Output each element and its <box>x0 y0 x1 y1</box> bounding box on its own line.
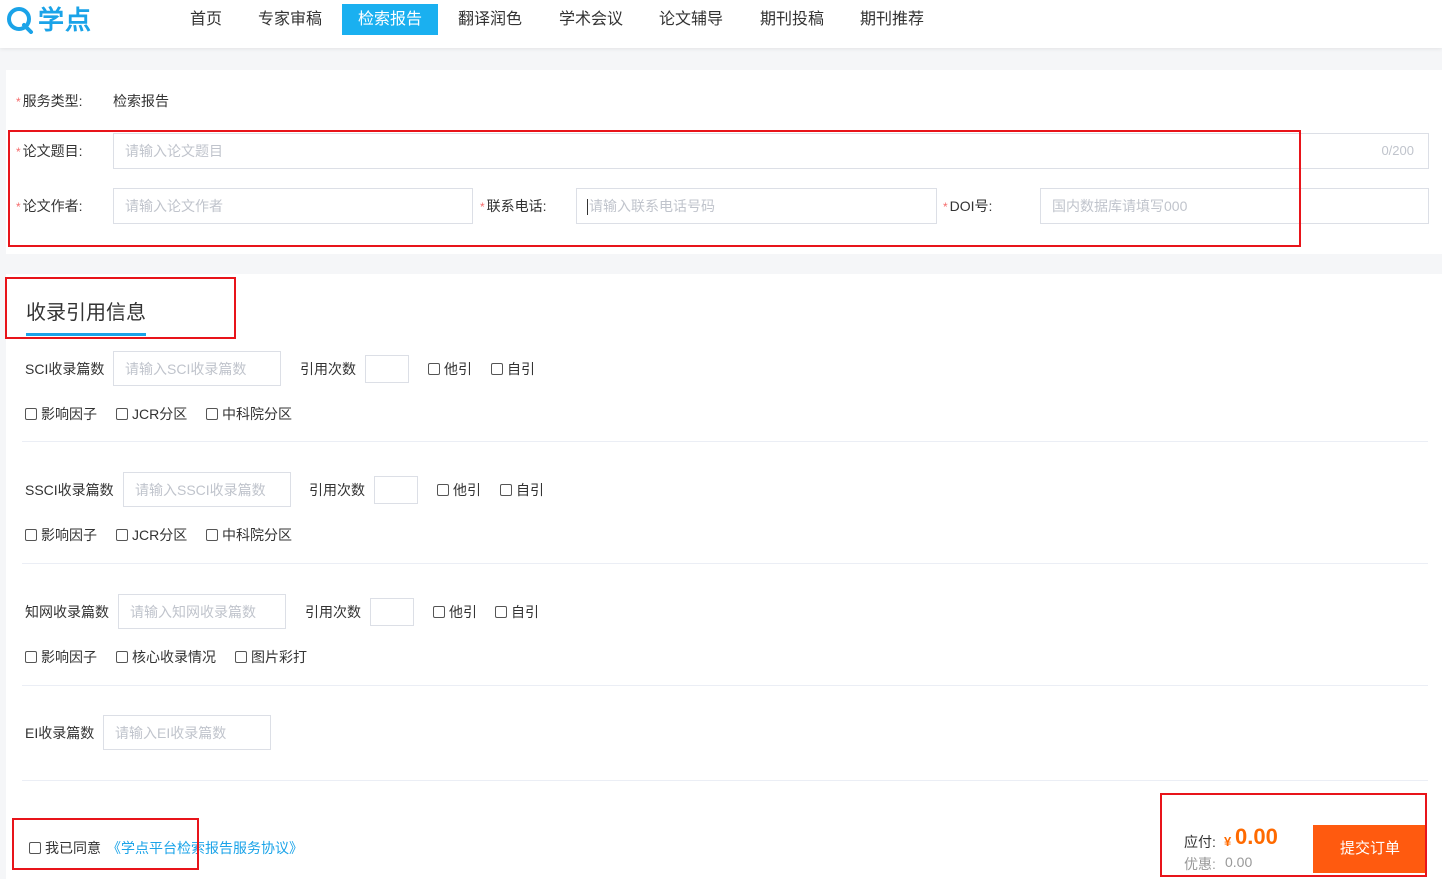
checkbox-box <box>29 842 41 854</box>
ei-count-label: EI收录篇数 <box>25 725 95 741</box>
service-type-label: * 服务类型: <box>16 93 83 109</box>
brand-logo[interactable]: 学点 <box>6 4 92 36</box>
agreement-link[interactable]: 《学点平台检索报告服务协议》 <box>107 839 303 857</box>
section-title: 收录引用信息 <box>26 302 146 324</box>
brand-name: 学点 <box>38 5 93 35</box>
author-label: * 论文作者: <box>16 198 83 214</box>
ssci-cas-checkbox[interactable]: 中科院分区 <box>206 526 292 544</box>
nav-journal-recommend[interactable]: 期刊推荐 <box>852 4 932 35</box>
title-char-counter: 0/200 <box>1381 143 1414 158</box>
section-title-underline <box>26 333 146 336</box>
sci-jcr-checkbox[interactable]: JCR分区 <box>116 405 187 423</box>
payable-label: 应付: <box>1184 834 1216 850</box>
nav-home[interactable]: 首页 <box>180 4 232 35</box>
currency-symbol: ¥ <box>1224 834 1232 849</box>
doi-label: * DOI号: <box>943 198 993 214</box>
group-divider <box>22 780 1428 781</box>
cnki-other-cite-checkbox[interactable]: 他引 <box>433 603 477 621</box>
sci-cite-label: 引用次数 <box>300 361 356 377</box>
basic-info-panel: * 服务类型: 检索报告 * 论文题目: 请输入论文题目 0/200 * 论文作者: … <box>6 70 1442 254</box>
nav-search-report[interactable]: 检索报告 <box>342 4 438 35</box>
top-navbar: 学点 首页 专家审稿 检索报告 翻译润色 学术会议 论文辅导 期刊投稿 期刊推荐 <box>0 0 1442 48</box>
nav-translation[interactable]: 翻译润色 <box>450 4 530 35</box>
checkbox-box <box>500 484 512 496</box>
sci-self-cite-checkbox[interactable]: 自引 <box>491 360 535 378</box>
payable-amount: 0.00 <box>1235 824 1278 849</box>
sci-cas-checkbox[interactable]: 中科院分区 <box>206 405 292 423</box>
discount-amount: 0.00 <box>1225 854 1253 870</box>
group-divider <box>22 563 1428 564</box>
checkbox-box <box>116 529 128 541</box>
cnki-cite-label: 引用次数 <box>305 604 361 620</box>
q-logo-icon <box>7 7 33 34</box>
submit-order-button[interactable]: 提交订单 <box>1313 825 1427 873</box>
author-input[interactable]: 请输入论文作者 <box>113 188 473 224</box>
title-input[interactable]: 请输入论文题目 0/200 <box>113 133 1429 169</box>
nav-journal-submit[interactable]: 期刊投稿 <box>752 4 832 35</box>
cnki-count-label: 知网收录篇数 <box>25 604 109 620</box>
citation-info-panel: 收录引用信息 SCI收录篇数 请输入SCI收录篇数 引用次数 他引 自引 影响因… <box>6 274 1442 879</box>
checkbox-box <box>116 651 128 663</box>
ei-count-input[interactable]: 请输入EI收录篇数 <box>103 715 271 750</box>
checkbox-box <box>491 363 503 375</box>
sci-cite-input[interactable] <box>365 355 409 383</box>
service-type-value: 检索报告 <box>113 93 169 109</box>
checkbox-box <box>428 363 440 375</box>
ssci-impact-factor-checkbox[interactable]: 影响因子 <box>25 526 97 544</box>
cnki-impact-factor-checkbox[interactable]: 影响因子 <box>25 648 97 666</box>
cnki-self-cite-checkbox[interactable]: 自引 <box>495 603 539 621</box>
doi-input[interactable]: 国内数据库请填写000 <box>1040 188 1429 224</box>
ssci-count-input[interactable]: 请输入SSCI收录篇数 <box>123 472 291 507</box>
nav-conference[interactable]: 学术会议 <box>551 4 631 35</box>
sci-other-cite-checkbox[interactable]: 他引 <box>428 360 472 378</box>
sci-impact-factor-checkbox[interactable]: 影响因子 <box>25 405 97 423</box>
group-divider <box>22 441 1428 442</box>
phone-label: * 联系电话: <box>480 198 547 214</box>
nav-expert-review[interactable]: 专家审稿 <box>250 4 330 35</box>
ssci-other-cite-checkbox[interactable]: 他引 <box>437 481 481 499</box>
checkbox-box <box>25 651 37 663</box>
ssci-self-cite-checkbox[interactable]: 自引 <box>500 481 544 499</box>
checkbox-box <box>495 606 507 618</box>
checkbox-box <box>206 529 218 541</box>
text-caret <box>587 199 588 216</box>
cnki-core-index-checkbox[interactable]: 核心收录情况 <box>116 648 216 666</box>
nav-tutoring[interactable]: 论文辅导 <box>651 4 731 35</box>
checkbox-box <box>116 408 128 420</box>
checkbox-box <box>235 651 247 663</box>
cnki-color-print-checkbox[interactable]: 图片彩打 <box>235 648 307 666</box>
checkbox-box <box>437 484 449 496</box>
checkbox-box <box>206 408 218 420</box>
title-label: * 论文题目: <box>16 143 83 159</box>
checkbox-box <box>433 606 445 618</box>
ssci-cite-label: 引用次数 <box>309 482 365 498</box>
group-divider <box>22 685 1428 686</box>
checkbox-box <box>25 408 37 420</box>
sci-count-input[interactable]: 请输入SCI收录篇数 <box>113 351 281 386</box>
checkbox-box <box>25 529 37 541</box>
discount-label: 优惠: <box>1184 856 1216 872</box>
agreement-checkbox[interactable]: 我已同意 《学点平台检索报告服务协议》 <box>29 839 303 857</box>
cnki-count-input[interactable]: 请输入知网收录篇数 <box>118 594 286 629</box>
sci-count-label: SCI收录篇数 <box>25 361 105 377</box>
ssci-cite-input[interactable] <box>374 476 418 504</box>
cnki-cite-input[interactable] <box>370 598 414 626</box>
ssci-count-label: SSCI收录篇数 <box>25 482 114 498</box>
ssci-jcr-checkbox[interactable]: JCR分区 <box>116 526 187 544</box>
phone-input[interactable]: 请输入联系电话号码 <box>576 188 937 224</box>
